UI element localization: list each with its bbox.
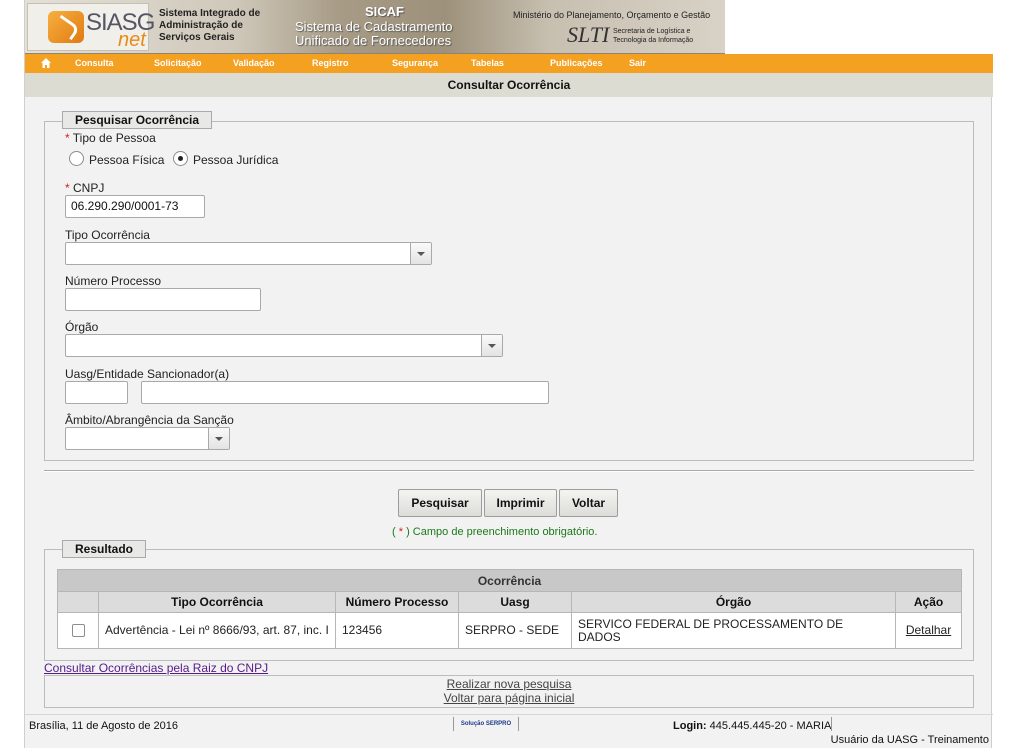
column-header-processo: Número Processo bbox=[335, 591, 459, 613]
imprimir-button[interactable]: Imprimir bbox=[484, 489, 557, 517]
cell-acao: Detalhar bbox=[894, 612, 963, 649]
siasg-description: Sistema Integrado de Administração de Se… bbox=[159, 8, 260, 44]
login-label: Login: bbox=[673, 720, 707, 732]
note-mark: * bbox=[395, 526, 407, 538]
chevron-down-icon[interactable] bbox=[410, 243, 431, 264]
tipo-ocorrencia-label: Tipo Ocorrência bbox=[65, 228, 150, 242]
pagina-inicial-link[interactable]: Voltar para página inicial bbox=[44, 691, 974, 705]
result-table: Ocorrência Tipo Ocorrência Número Proces… bbox=[56, 569, 963, 649]
siasg-desc-line: Administração de bbox=[159, 20, 243, 31]
footer-separator bbox=[831, 717, 832, 731]
divider bbox=[44, 470, 974, 472]
slti-description: Secretaria de Logística e Tecnologia da … bbox=[613, 27, 693, 45]
raiz-cnpj-link[interactable]: Consultar Ocorrências pela Raiz do CNPJ bbox=[44, 661, 268, 675]
required-note: ( * ) Campo de preenchimento obrigatório… bbox=[392, 526, 597, 538]
column-header-orgao: Órgão bbox=[571, 591, 896, 613]
footer-date: Brasília, 11 de Agosto de 2016 bbox=[29, 720, 179, 732]
required-mark: * bbox=[65, 181, 70, 195]
home-icon[interactable] bbox=[40, 57, 52, 69]
siasg-desc-line: Sistema Integrado de bbox=[159, 8, 261, 19]
slti-desc-line: Secretaria de Logística e bbox=[613, 28, 691, 35]
ministerio-text: Ministério do Planejamento, Orçamento e … bbox=[513, 10, 711, 20]
siasg-logo: SIASG net bbox=[27, 3, 155, 51]
serpro-logo: Solução SERPRO bbox=[453, 717, 519, 731]
radio-pessoa-juridica[interactable] bbox=[173, 151, 188, 166]
sicaf-subtitle: Sistema de Cadastramento Unificado de Fo… bbox=[295, 20, 453, 48]
numero-processo-input[interactable] bbox=[65, 288, 261, 311]
table-row: Advertência - Lei nº 8666/93, art. 87, i… bbox=[57, 612, 963, 649]
menu-publicacoes[interactable]: Publicações bbox=[550, 58, 603, 68]
login-value: 445.445.445-20 - MARIA bbox=[706, 720, 832, 732]
menu-seguranca[interactable]: Segurança bbox=[392, 58, 438, 68]
column-header-select bbox=[57, 591, 99, 613]
orgao-select[interactable] bbox=[65, 334, 503, 357]
siasg-logo-net: net bbox=[118, 29, 146, 51]
login-info: Login: 445.445.445-20 - MARIA bbox=[673, 720, 831, 732]
user-type: Usuário da UASG - Treinamento bbox=[830, 734, 989, 746]
radio-pessoa-fisica[interactable] bbox=[69, 151, 84, 166]
page-title: Consultar Ocorrência bbox=[447, 78, 571, 92]
radio-pessoa-fisica-label[interactable]: Pessoa Física bbox=[89, 153, 164, 167]
nova-pesquisa-link[interactable]: Realizar nova pesquisa bbox=[44, 677, 974, 691]
detalhar-link[interactable]: Detalhar bbox=[906, 623, 951, 637]
radio-pessoa-juridica-label[interactable]: Pessoa Jurídica bbox=[193, 153, 278, 167]
menu-registro[interactable]: Registro bbox=[312, 58, 349, 68]
cell-processo: 123456 bbox=[335, 612, 459, 649]
cnpj-label: * CNPJ bbox=[65, 181, 104, 195]
banner-image: SIASG net Sistema Integrado de Administr… bbox=[25, 0, 725, 54]
sicaf-sub-line: Unificado de Fornecedores bbox=[295, 33, 452, 48]
tipo-pessoa-label: * Tipo de Pessoa bbox=[65, 131, 156, 145]
footer: Brasília, 11 de Agosto de 2016 Solução S… bbox=[25, 714, 993, 748]
column-header-acao: Ação bbox=[894, 591, 963, 613]
voltar-button[interactable]: Voltar bbox=[559, 489, 618, 517]
result-legend: Resultado bbox=[62, 540, 147, 558]
pesquisar-button[interactable]: Pesquisar bbox=[398, 489, 482, 517]
menu-tabelas[interactable]: Tabelas bbox=[471, 58, 504, 68]
siasg-logo-icon bbox=[48, 11, 84, 43]
siasg-desc-line: Serviços Gerais bbox=[159, 32, 235, 43]
uasg-name-input[interactable] bbox=[141, 381, 549, 404]
slti-desc-line: Tecnologia da Informação bbox=[613, 37, 694, 44]
cell-uasg: SERPRO - SEDE bbox=[458, 612, 572, 649]
column-header-tipo: Tipo Ocorrência bbox=[98, 591, 336, 613]
slti-logo: SLTI bbox=[567, 22, 610, 47]
orgao-label: Órgão bbox=[65, 320, 99, 334]
main-menu: Consulta Solicitação Validação Registro … bbox=[25, 54, 993, 73]
sicaf-title: SICAF bbox=[365, 4, 404, 19]
cnpj-label-text: CNPJ bbox=[73, 181, 105, 195]
cell-tipo: Advertência - Lei nº 8666/93, art. 87, i… bbox=[98, 612, 336, 649]
table-caption: Ocorrência bbox=[56, 569, 963, 592]
ambito-label: Âmbito/Abrangência da Sanção bbox=[65, 413, 234, 427]
chevron-down-icon[interactable] bbox=[481, 335, 502, 356]
column-header-uasg: Uasg bbox=[458, 591, 572, 613]
menu-validacao[interactable]: Validação bbox=[233, 58, 275, 68]
search-legend: Pesquisar Ocorrência bbox=[62, 111, 213, 129]
tipo-ocorrencia-select[interactable] bbox=[65, 242, 432, 265]
chevron-down-icon[interactable] bbox=[208, 428, 229, 449]
note-text: Campo de preenchimento obrigatório. bbox=[409, 526, 598, 538]
menu-solicitacao[interactable]: Solicitação bbox=[154, 58, 202, 68]
sicaf-sub-line: Sistema de Cadastramento bbox=[295, 19, 453, 34]
required-mark: * bbox=[65, 131, 70, 145]
header-banner: SIASG net Sistema Integrado de Administr… bbox=[25, 0, 993, 54]
menu-consulta[interactable]: Consulta bbox=[75, 58, 114, 68]
cnpj-input[interactable]: 06.290.290/0001-73 bbox=[65, 195, 205, 218]
cell-orgao: SERVICO FEDERAL DE PROCESSAMENTO DE DADO… bbox=[571, 612, 896, 649]
page-frame: SIASG net Sistema Integrado de Administr… bbox=[24, 0, 993, 748]
uasg-label: Uasg/Entidade Sancionador(a) bbox=[65, 367, 230, 381]
row-select-cell bbox=[57, 612, 99, 649]
ambito-select[interactable] bbox=[65, 427, 230, 450]
numero-processo-label: Número Processo bbox=[65, 274, 162, 288]
menu-sair[interactable]: Sair bbox=[629, 58, 646, 68]
uasg-code-input[interactable] bbox=[65, 381, 128, 404]
tipo-pessoa-label-text: Tipo de Pessoa bbox=[72, 131, 156, 145]
row-checkbox[interactable] bbox=[71, 624, 85, 638]
page-title-bar: Consultar Ocorrência bbox=[25, 73, 993, 97]
